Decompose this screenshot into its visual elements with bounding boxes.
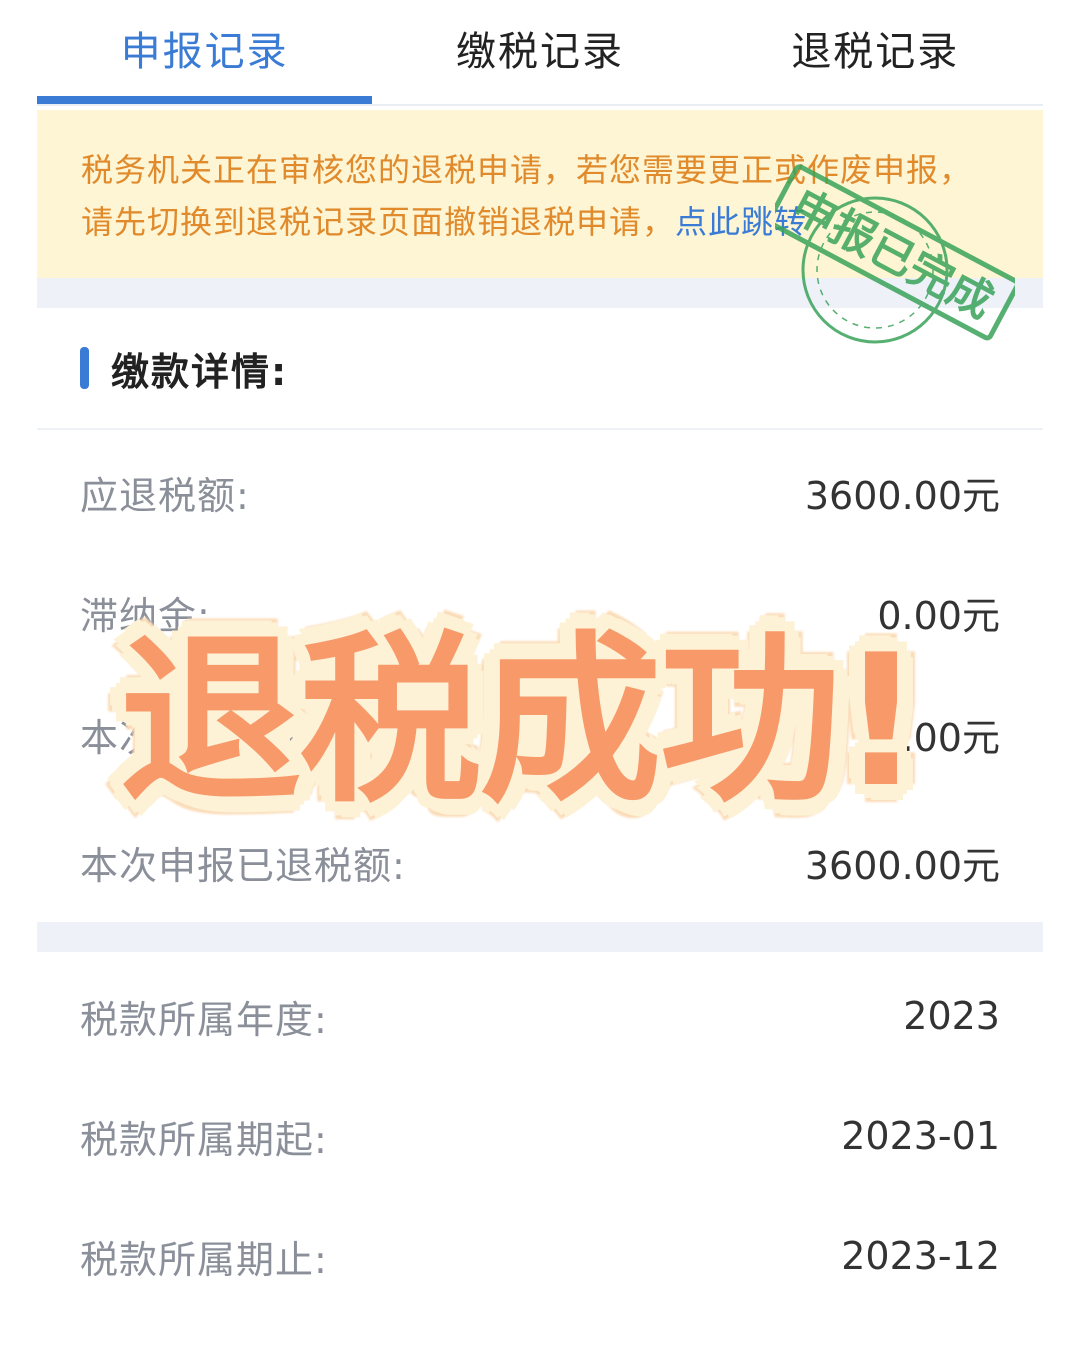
refund-success-overlay: 退税成功! xyxy=(90,580,950,830)
tax-record-page: 申报记录 缴税记录 退税记录 税务机关正在审核您的退税申请，若您需要更正或作废申… xyxy=(0,0,1080,1352)
tab-payment-records[interactable]: 缴税记录 xyxy=(372,0,707,104)
tab-declaration-records[interactable]: 申报记录 xyxy=(37,0,372,104)
header-divider xyxy=(37,428,1043,430)
section-separator xyxy=(37,278,1043,308)
row-tax-year: 税款所属年度: 2023 xyxy=(80,986,1000,1046)
refund-review-notice: 税务机关正在审核您的退税申请，若您需要更正或作废申报，请先切换到退税记录页面撤销… xyxy=(37,110,1043,278)
active-tab-indicator xyxy=(37,96,372,104)
section-separator xyxy=(37,922,1043,952)
row-label: 应退税额: xyxy=(80,473,250,518)
overlay-text: 退税成功! xyxy=(119,614,922,827)
row-value: 3600.00元 xyxy=(804,473,1000,518)
payment-details-header: 缴款详情: xyxy=(80,340,288,396)
row-value: 2023 xyxy=(903,994,1000,1038)
jump-link[interactable]: 点此跳转 xyxy=(675,203,807,241)
row-value: 3600.00元 xyxy=(804,843,1000,888)
row-label: 税款所属期止: xyxy=(80,1237,328,1282)
row-period-start: 税款所属期起: 2023-01 xyxy=(80,1106,1000,1166)
row-refundable-tax: 应退税额: 3600.00元 xyxy=(80,462,1000,522)
row-value: 2023-01 xyxy=(841,1114,1000,1158)
row-label: 税款所属年度: xyxy=(80,997,328,1042)
row-period-end: 税款所属期止: 2023-12 xyxy=(80,1226,1000,1286)
section-accent-bar xyxy=(80,347,89,389)
row-current-refunded: 本次申报已退税额: 3600.00元 xyxy=(80,832,1000,892)
section-title: 缴款详情: xyxy=(111,349,289,394)
record-tabs: 申报记录 缴税记录 退税记录 xyxy=(37,0,1043,106)
notice-text: 税务机关正在审核您的退税申请，若您需要更正或作废申报，请先切换到退税记录页面撤销… xyxy=(81,151,973,241)
row-label: 税款所属期起: xyxy=(80,1117,328,1162)
row-value: 2023-12 xyxy=(841,1234,1000,1278)
tab-refund-records[interactable]: 退税记录 xyxy=(708,0,1043,104)
row-label: 本次申报已退税额: xyxy=(80,843,406,888)
